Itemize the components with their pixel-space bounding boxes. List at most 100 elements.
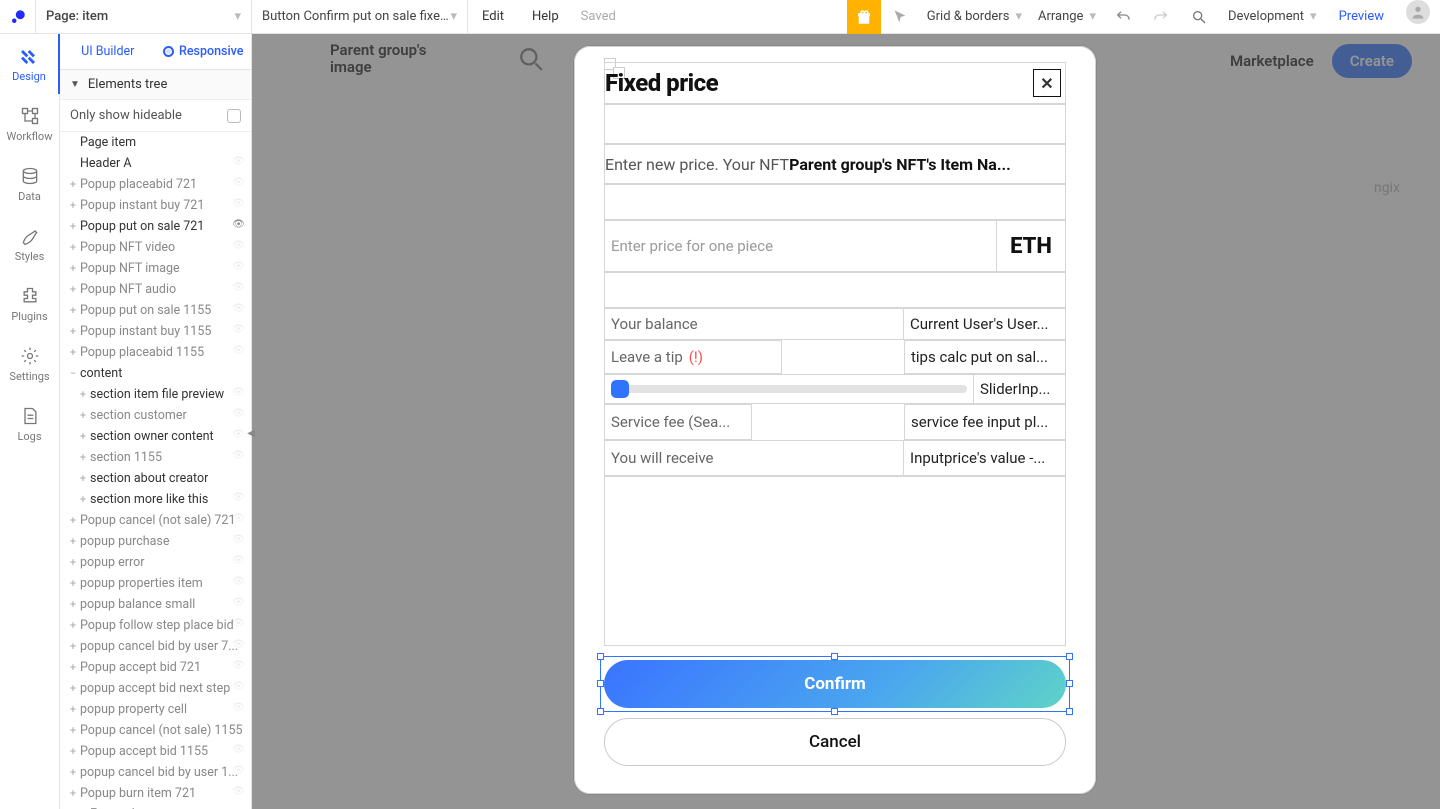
user-avatar[interactable] [1406, 0, 1430, 24]
visibility-icon[interactable]: 👁 [232, 744, 245, 755]
visibility-icon[interactable]: 👁 [232, 618, 245, 629]
nav-data[interactable]: Data [0, 154, 59, 214]
bubble-logo[interactable] [0, 0, 36, 33]
visibility-icon[interactable]: 👁 [232, 597, 245, 608]
tree-item[interactable]: +Popup accept bid 721👁 [60, 657, 251, 678]
visibility-icon[interactable]: 👁 [232, 408, 245, 419]
expand-icon[interactable]: + [78, 388, 88, 401]
tree-item[interactable]: +Popup instant buy 721👁 [60, 195, 251, 216]
visibility-icon[interactable]: 👁 [232, 723, 245, 734]
expand-icon[interactable]: + [68, 682, 78, 695]
tree-item[interactable]: +popup error👁 [60, 552, 251, 573]
visibility-icon[interactable]: 👁 [232, 765, 245, 776]
panel-resize-handle[interactable]: ◀ [245, 426, 257, 440]
tree-item[interactable]: +Popup burn item 721👁 [60, 783, 251, 804]
visibility-icon[interactable]: 👁 [232, 702, 245, 713]
tab-ui-builder[interactable]: UI Builder [60, 34, 156, 69]
tree-item[interactable]: Footer A [60, 804, 251, 809]
tree-item[interactable]: +popup accept bid next step👁 [60, 678, 251, 699]
tree-item[interactable]: +Popup placeabid 1155👁 [60, 342, 251, 363]
expand-icon[interactable]: + [68, 304, 78, 317]
expand-icon[interactable]: − [68, 367, 78, 380]
editor-canvas[interactable]: Marketplace Create Parent group's image … [252, 34, 1440, 809]
visibility-icon[interactable]: 👁 [232, 786, 245, 797]
tree-item[interactable]: +Popup follow step place bid👁 [60, 615, 251, 636]
tree-item[interactable]: +Popup accept bid 1155👁 [60, 741, 251, 762]
grid-borders-menu[interactable]: Grid & borders ▾ [919, 0, 1030, 33]
tree-item[interactable]: +Popup NFT audio👁 [60, 279, 251, 300]
expand-icon[interactable]: + [78, 409, 88, 422]
visibility-icon[interactable]: 👁 [232, 660, 245, 671]
visibility-icon[interactable]: 👁 [232, 303, 245, 314]
element-selector[interactable]: Button Confirm put on sale fixed... ▾ [252, 0, 468, 33]
nav-workflow[interactable]: Workflow [0, 94, 59, 154]
tree-item[interactable]: Header A👁 [60, 153, 251, 174]
visibility-icon[interactable]: 👁 [232, 576, 245, 587]
tree-item[interactable]: +section 1155👁 [60, 447, 251, 468]
visibility-icon[interactable]: 👁 [232, 261, 245, 272]
only-show-hideable-checkbox[interactable] [227, 109, 241, 123]
expand-icon[interactable]: + [68, 220, 78, 233]
nav-settings[interactable]: Settings [0, 334, 59, 394]
expand-icon[interactable]: + [78, 493, 88, 506]
tree-item[interactable]: +section owner content👁 [60, 426, 251, 447]
visibility-icon[interactable]: 👁 [232, 219, 245, 230]
tree-item[interactable]: −content [60, 363, 251, 384]
expand-icon[interactable]: + [68, 262, 78, 275]
expand-icon[interactable]: + [78, 430, 88, 443]
tree-item[interactable]: +popup property cell👁 [60, 699, 251, 720]
arrange-menu[interactable]: Arrange ▾ [1030, 0, 1104, 33]
tree-item[interactable]: +section more like this👁 [60, 489, 251, 510]
tree-item[interactable]: +Popup placeabid 721👁 [60, 174, 251, 195]
tree-item[interactable]: +popup purchase👁 [60, 531, 251, 552]
expand-icon[interactable]: + [68, 556, 78, 569]
visibility-icon[interactable]: 👁 [232, 555, 245, 566]
tree-item[interactable]: +popup properties item👁 [60, 573, 251, 594]
visibility-icon[interactable]: 👁 [232, 387, 245, 398]
visibility-icon[interactable]: 👁 [232, 681, 245, 692]
expand-icon[interactable]: + [68, 598, 78, 611]
tree-item[interactable]: +Popup instant buy 1155👁 [60, 321, 251, 342]
visibility-icon[interactable]: 👁 [232, 492, 245, 503]
popup-put-on-sale[interactable]: Fixed price ✕ Enter new price. Your NFT … [574, 46, 1096, 794]
expand-icon[interactable]: + [78, 451, 88, 464]
elements-tree[interactable]: Page itemHeader A👁+Popup placeabid 721👁+… [60, 132, 251, 809]
visibility-icon[interactable]: 👁 [232, 534, 245, 545]
tree-item[interactable]: +Popup NFT video👁 [60, 237, 251, 258]
visibility-icon[interactable]: 👁 [232, 282, 245, 293]
expand-icon[interactable]: + [68, 346, 78, 359]
expand-icon[interactable]: + [68, 745, 78, 758]
tree-item[interactable]: +Popup NFT image👁 [60, 258, 251, 279]
tip-slider[interactable] [604, 374, 974, 404]
tree-item[interactable]: +popup balance small👁 [60, 594, 251, 615]
slider-thumb[interactable] [611, 380, 629, 398]
nav-design[interactable]: Design [0, 34, 60, 94]
nav-logs[interactable]: Logs [0, 394, 59, 454]
visibility-icon[interactable]: 👁 [232, 177, 245, 188]
visibility-icon[interactable]: 👁 [232, 345, 245, 356]
gift-button[interactable] [847, 0, 881, 34]
expand-icon[interactable]: + [68, 661, 78, 674]
tree-item[interactable]: +Popup cancel (not sale) 721👁 [60, 510, 251, 531]
tree-item[interactable]: +section item file preview👁 [60, 384, 251, 405]
tree-item[interactable]: +Popup put on sale 721👁 [60, 216, 251, 237]
expand-icon[interactable]: + [68, 766, 78, 779]
expand-icon[interactable]: + [68, 577, 78, 590]
expand-icon[interactable]: + [68, 514, 78, 527]
visibility-icon[interactable]: 👁 [232, 198, 245, 209]
expand-icon[interactable]: + [68, 325, 78, 338]
undo-button[interactable] [1104, 0, 1142, 33]
cancel-button[interactable]: Cancel [604, 718, 1066, 766]
development-menu[interactable]: Development ▾ [1218, 0, 1327, 33]
tree-item[interactable]: Page item [60, 132, 251, 153]
visibility-icon[interactable]: 👁 [232, 513, 245, 524]
edit-menu[interactable]: Edit [468, 0, 518, 34]
page-selector[interactable]: Page: item ▾ [36, 0, 252, 33]
expand-icon[interactable]: + [78, 472, 88, 485]
pointer-tool[interactable] [881, 0, 919, 33]
redo-button[interactable] [1142, 0, 1180, 33]
confirm-button[interactable]: Confirm [604, 660, 1066, 708]
visibility-icon[interactable]: 👁 [232, 450, 245, 461]
expand-icon[interactable]: + [68, 241, 78, 254]
expand-icon[interactable]: + [68, 619, 78, 632]
